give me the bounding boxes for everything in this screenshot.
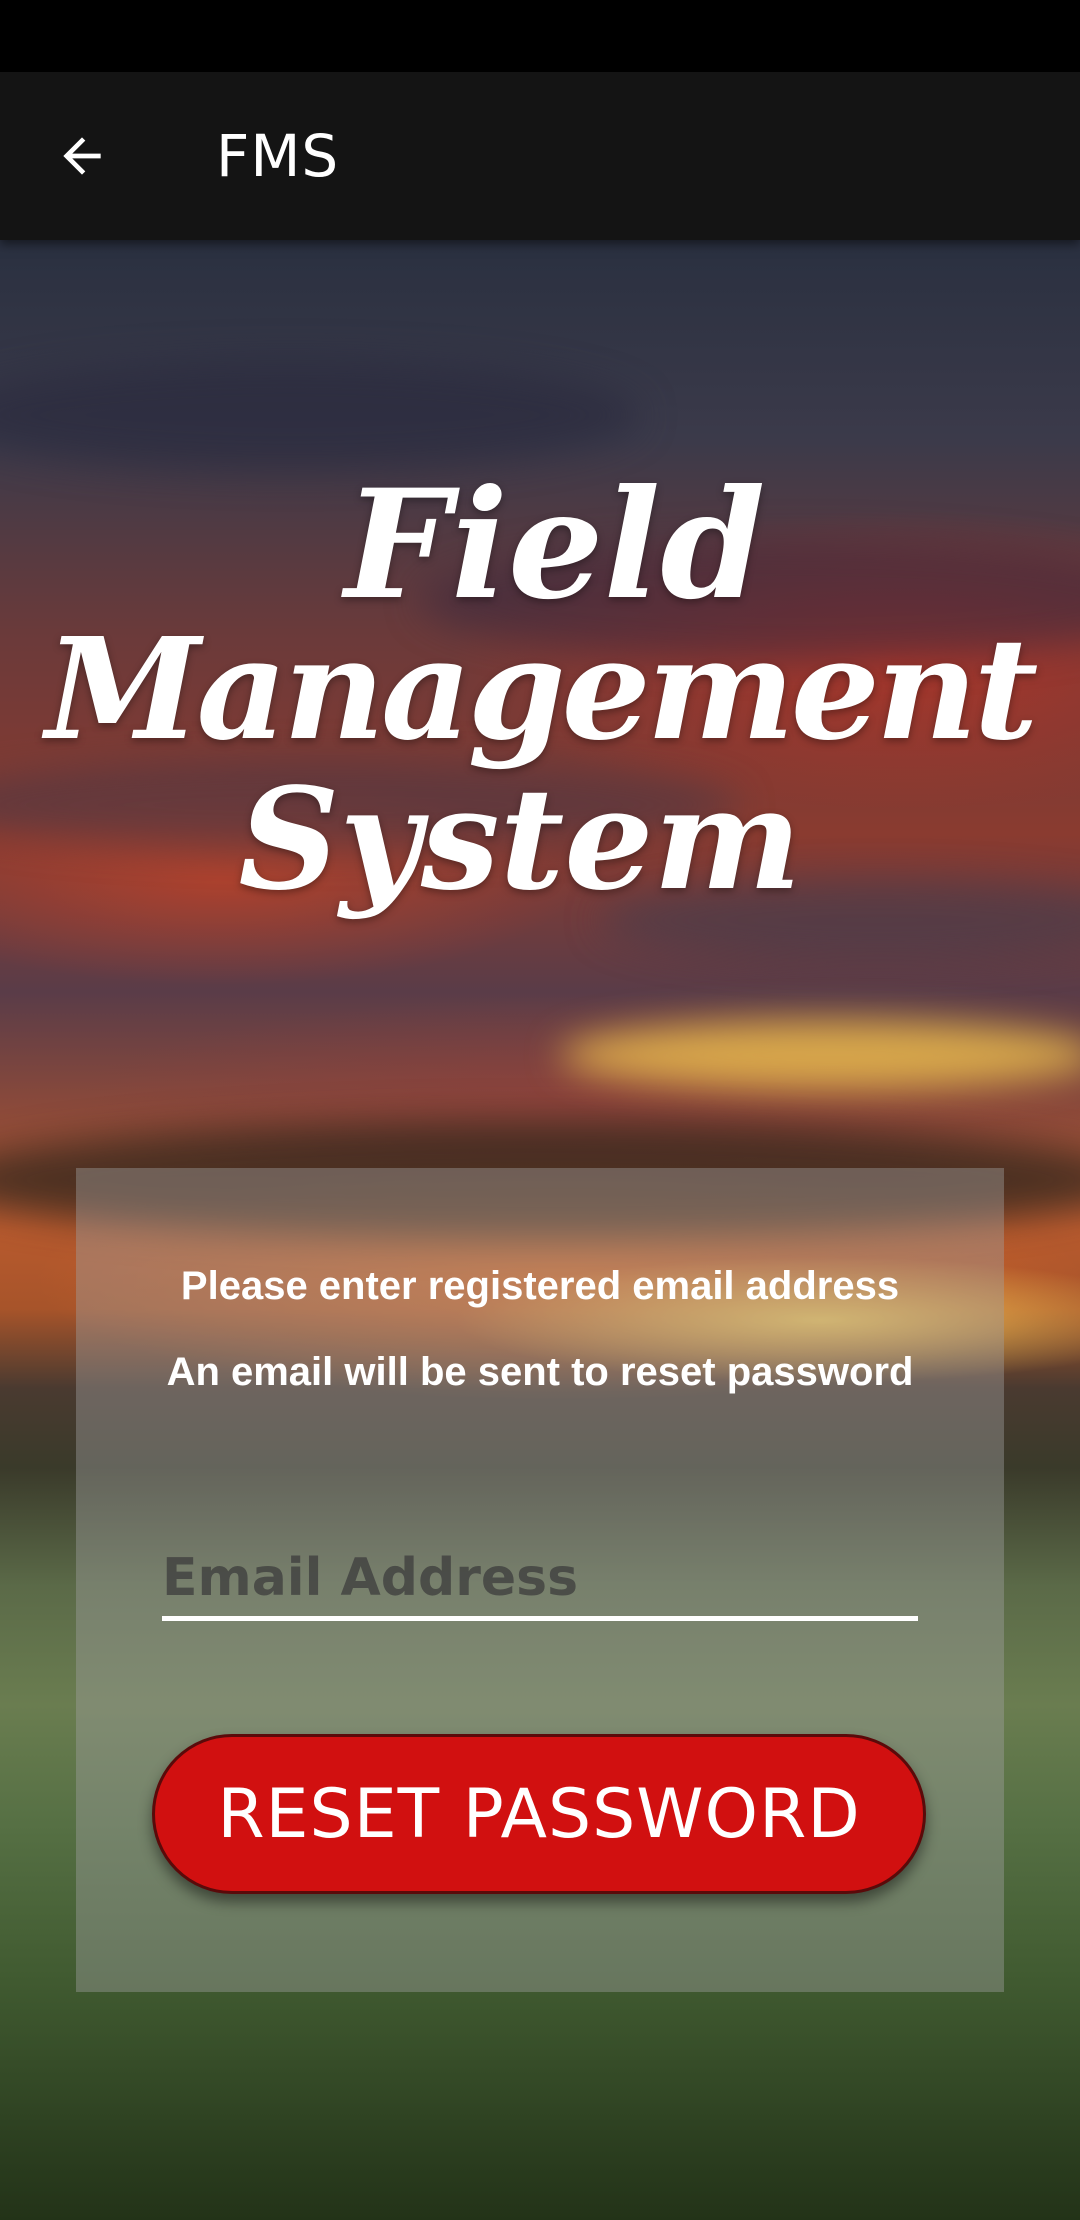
app-logo: Field Management System — [0, 450, 1080, 950]
logo-line-field: Field — [344, 457, 766, 633]
status-bar — [0, 0, 1080, 72]
arrow-left-icon — [63, 137, 101, 175]
app-bar: FMS — [0, 72, 1080, 240]
email-input[interactable] — [162, 1540, 918, 1621]
reset-password-screen: FMS Field Management System Please enter… — [0, 0, 1080, 2220]
instruction-text: Please enter registered email address — [180, 1264, 900, 1308]
instruction-subtext: An email will be sent to reset password — [166, 1350, 914, 1394]
reset-password-card: Please enter registered email address An… — [76, 1168, 1004, 1992]
back-button[interactable] — [40, 114, 124, 198]
reset-password-button[interactable]: RESET PASSWORD — [152, 1734, 926, 1894]
logo-line-management: Management — [45, 608, 1039, 772]
logo-line-system: System — [238, 758, 802, 922]
app-title: FMS — [216, 122, 340, 190]
